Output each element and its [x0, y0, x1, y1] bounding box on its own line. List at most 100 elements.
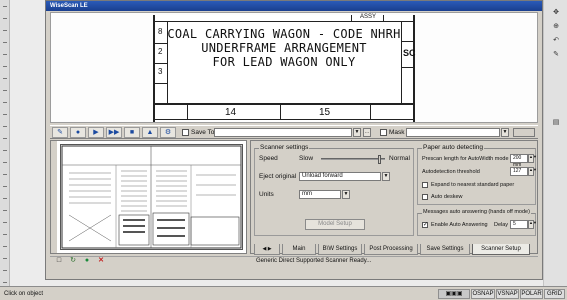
ruler-tick: [3, 234, 7, 235]
tab-post-processing[interactable]: Post Processing: [364, 244, 418, 255]
drawing-title-line-1: COAL CARRYING WAGON - CODE NHRH: [167, 27, 401, 41]
window-title: WiseScan LE: [46, 1, 542, 11]
enable-auto-answer-label: Enable Auto Answering: [431, 222, 488, 228]
units-select[interactable]: mm: [299, 190, 341, 199]
speed-normal-label: Normal: [389, 155, 410, 162]
mask-field[interactable]: [406, 128, 500, 137]
tool-icon[interactable]: ✎: [551, 50, 561, 60]
ruler-tick: [3, 150, 7, 151]
tab-bw-settings[interactable]: B\W Settings: [318, 244, 362, 255]
expand-label: Expand to nearest standard paper: [431, 182, 515, 188]
speed-slider[interactable]: [321, 155, 385, 164]
messages-group: Messages auto answering (hands off mode)…: [417, 209, 537, 236]
rotate-icon[interactable]: ↻: [68, 256, 78, 265]
tab-arrows[interactable]: ◀ ▶: [254, 244, 280, 255]
save-to-checkbox[interactable]: [182, 129, 189, 136]
paper-detect-group: Paper auto detecting Prescan length for …: [417, 144, 537, 205]
undo-icon[interactable]: ↶: [551, 36, 561, 46]
settings-pane: Scanner settings Speed Slow Normal Eject…: [250, 140, 538, 254]
status-hint: Click on object: [4, 291, 44, 297]
drawing-title-line-2: UNDERFRAME ARRANGEMENT: [201, 41, 367, 55]
eject-label: Eject original: [259, 173, 297, 180]
ruler-tick: [3, 174, 7, 175]
thumbnail-drawing: [61, 145, 242, 249]
ruler-tick: [3, 126, 7, 127]
prescan-input[interactable]: 200 mm: [510, 154, 528, 168]
ruler-tick: [3, 186, 7, 187]
scanner-status: Generic Direct Supported Scanner Ready..…: [50, 256, 538, 265]
ruler-tick: [3, 114, 7, 115]
speed-label: Speed: [259, 155, 278, 162]
speed-slow-label: Slow: [299, 155, 314, 162]
ruler-tick: [3, 42, 7, 43]
drawing-title-line-3: FOR LEAD WAGON ONLY: [212, 55, 356, 69]
units-label: Units: [259, 191, 274, 198]
prescan-spinner-icon[interactable]: ▲▼: [528, 154, 537, 163]
eject-icon[interactable]: ▲: [142, 127, 158, 138]
settings-icon[interactable]: ⚙: [160, 127, 176, 138]
tab-save-settings[interactable]: Save Settings: [420, 244, 470, 255]
settings-tabs: ◀ ▶ Main B\W Settings Post Processing Sa…: [250, 244, 538, 255]
osnap-toggle[interactable]: OSNAP: [471, 289, 495, 299]
zone-number-15: 15: [319, 107, 331, 118]
thumbnail-tools: □ ↻ ● ✕: [50, 255, 110, 267]
save-to-field[interactable]: [214, 128, 352, 137]
property-icon[interactable]: ▤: [551, 118, 561, 128]
ruler-tick: [3, 282, 7, 283]
ruler-tick: [3, 222, 7, 223]
expand-checkbox[interactable]: [422, 182, 428, 188]
app-status-bar: Click on object ▣▣▣ OSNAP VSNAP POLAR GR…: [0, 286, 567, 300]
enable-auto-answer-checkbox[interactable]: ✓: [422, 222, 428, 228]
deskew-label: Auto deskew: [431, 194, 463, 200]
ruler-tick: [3, 258, 7, 259]
threshold-spinner-icon[interactable]: ▲▼: [528, 167, 537, 176]
play-icon[interactable]: ▶: [88, 127, 104, 138]
select-icon[interactable]: □: [54, 256, 64, 265]
deskew-checkbox[interactable]: [422, 194, 428, 200]
ruler-tick: [3, 54, 7, 55]
save-to-dropdown-icon[interactable]: ▼: [353, 128, 361, 137]
eject-select[interactable]: Unload forward: [299, 172, 381, 181]
delay-input[interactable]: 5: [510, 220, 528, 229]
stop-icon[interactable]: ■: [124, 127, 140, 138]
mask-label: Mask: [389, 129, 405, 136]
threshold-label: Autodetection threshold: [422, 169, 480, 175]
drawing-sheet: ASSY 8 2 3 SC COAL CARRYING WAGON - CODE…: [153, 14, 416, 122]
snap-indicator-icons: ▣▣▣: [438, 289, 470, 299]
ruler-tick: [3, 18, 7, 19]
fast-forward-icon[interactable]: ▶▶: [106, 127, 122, 138]
tab-scanner-setup[interactable]: Scanner Setup: [472, 244, 530, 255]
scan-icon[interactable]: ✎: [52, 127, 68, 138]
right-tool-strip: ✥ ⊕ ↶ ✎ ▤: [543, 0, 567, 286]
confirm-icon[interactable]: ●: [82, 256, 92, 265]
tab-main[interactable]: Main: [282, 244, 316, 255]
thumbnail-scrollbar[interactable]: [51, 141, 57, 253]
ruler-tick: [3, 102, 7, 103]
mask-dropdown-icon[interactable]: ▼: [501, 128, 509, 137]
ruler-tick: [3, 138, 7, 139]
prescan-label: Prescan length for AutoWidth mode: [422, 156, 509, 162]
pan-icon[interactable]: ✥: [551, 8, 561, 18]
ruler-tick: [3, 30, 7, 31]
zoom-icon[interactable]: ⊕: [551, 22, 561, 32]
delete-icon[interactable]: ✕: [96, 256, 106, 265]
vsnap-toggle[interactable]: VSNAP: [496, 289, 519, 299]
delay-spinner-icon[interactable]: ▲▼: [528, 220, 537, 229]
scan-preview[interactable]: ASSY 8 2 3 SC COAL CARRYING WAGON - CODE…: [50, 12, 538, 123]
ruler-tick: [3, 66, 7, 67]
grid-toggle[interactable]: GRID: [544, 289, 565, 299]
ruler-tick: [3, 270, 7, 271]
thumbnail-pane: [50, 140, 247, 254]
top-mark: ASSY: [360, 14, 377, 20]
units-dropdown-icon[interactable]: ▼: [342, 190, 350, 199]
browse-button[interactable]: …: [363, 128, 371, 137]
model-setup-button[interactable]: Model Setup: [305, 219, 365, 230]
polar-toggle[interactable]: POLAR: [520, 289, 543, 299]
threshold-input[interactable]: 127: [510, 167, 528, 176]
record-icon[interactable]: ●: [70, 127, 86, 138]
eject-dropdown-icon[interactable]: ▼: [382, 172, 390, 181]
mask-checkbox[interactable]: [380, 129, 387, 136]
speed-slider-thumb[interactable]: [378, 155, 381, 164]
ruler-tick: [3, 6, 7, 7]
scan-thumbnail[interactable]: [60, 144, 243, 250]
